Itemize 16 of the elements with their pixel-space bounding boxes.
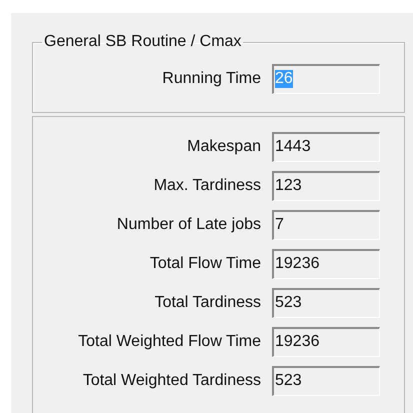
field-label: Running Time: [162, 70, 261, 88]
input-field[interactable]: 523: [272, 366, 380, 396]
input-field[interactable]: 19236: [272, 248, 380, 278]
input-field[interactable]: 123: [272, 170, 380, 200]
field-label: Makespan: [187, 138, 261, 156]
input-field[interactable]: 1443: [272, 132, 380, 162]
input-field[interactable]: 7: [272, 210, 380, 240]
input-field[interactable]: 523: [272, 288, 380, 318]
field-label: Total Flow Time: [150, 254, 261, 272]
field-label: Max. Tardiness: [154, 176, 261, 194]
field-label: Total Weighted Tardiness: [82, 372, 261, 390]
input-field[interactable]: 19236: [272, 326, 380, 356]
field-label: Total Weighted Flow Time: [78, 332, 261, 350]
field-label: Total Tardiness: [154, 294, 261, 312]
group-title: General SB Routine / Cmax: [43, 33, 242, 51]
field-label: Number of Late jobs: [116, 216, 261, 234]
